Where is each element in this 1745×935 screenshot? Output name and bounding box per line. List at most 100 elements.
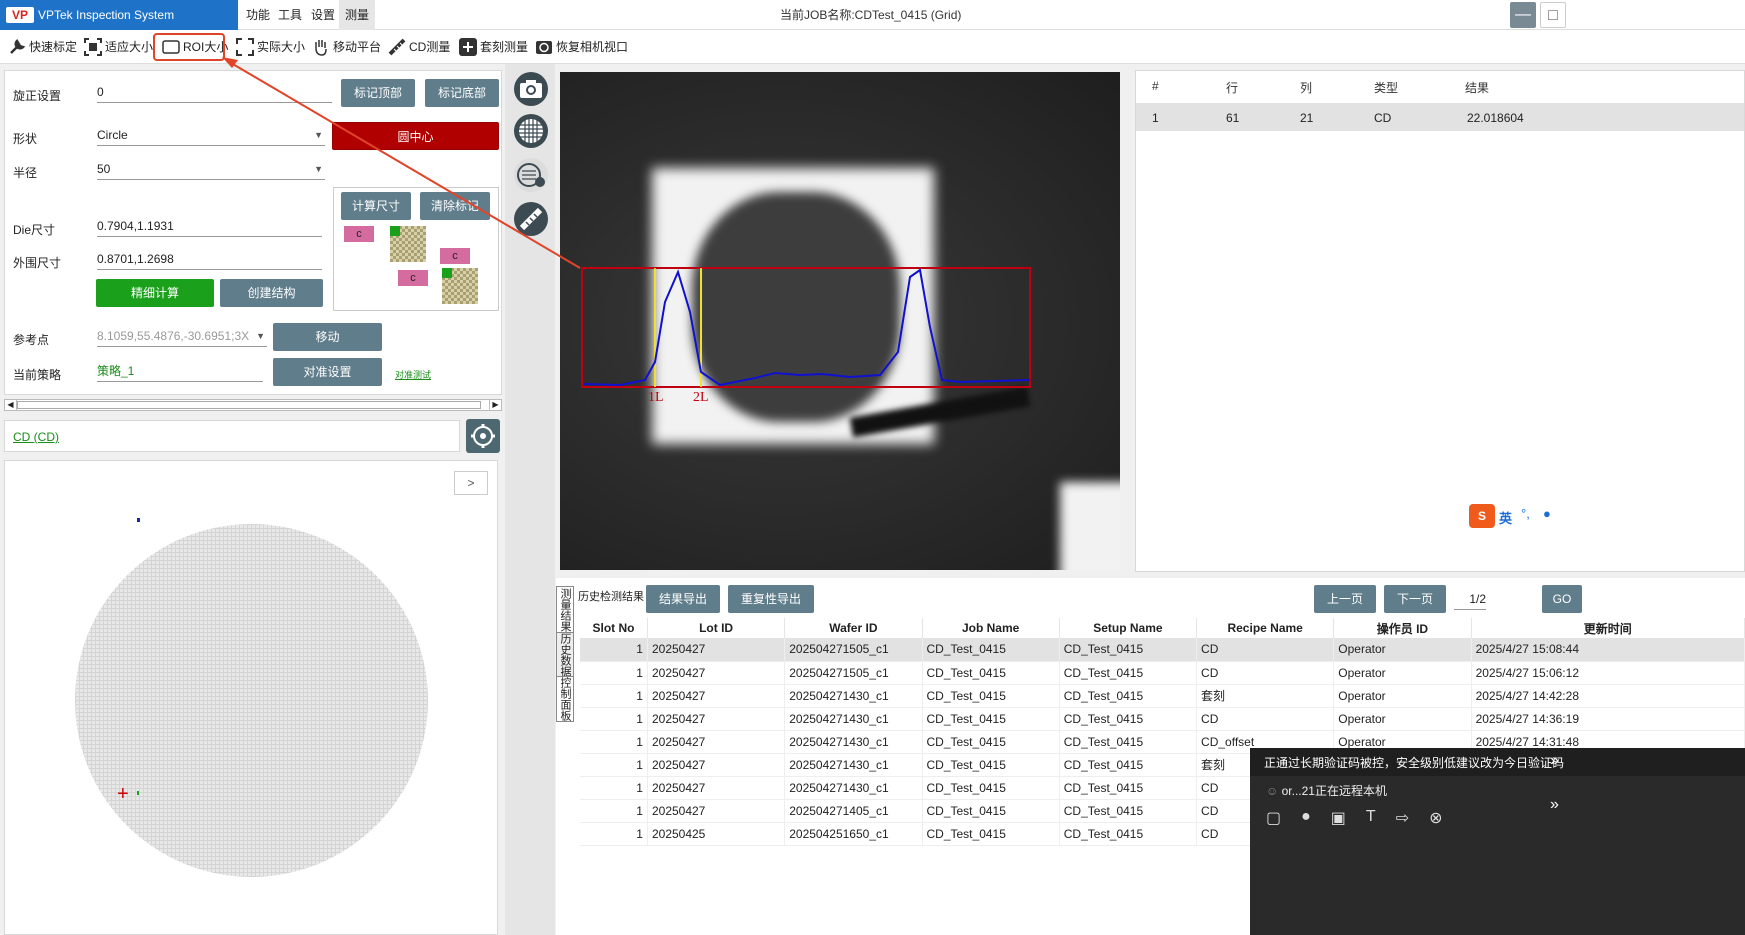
ref-point-input[interactable]: 8.1059,55.4876,-30.6951;3X ▼ xyxy=(97,327,267,347)
table-cell: 2025/4/27 15:06:12 xyxy=(1471,661,1745,685)
go-button[interactable]: GO xyxy=(1542,585,1582,613)
mark-top-button[interactable]: 标记顶部 xyxy=(341,79,415,107)
create-structure-button[interactable]: 创建结构 xyxy=(220,279,323,307)
tab-control-panel[interactable]: 控制面板 xyxy=(556,676,574,722)
col-job-name[interactable]: Job Name xyxy=(922,618,1060,638)
export-results-button[interactable]: 结果导出 xyxy=(646,585,720,613)
mark-bottom-button[interactable]: 标记底部 xyxy=(425,79,499,107)
quick-calibrate-label: 快速标定 xyxy=(29,40,78,54)
grid-button[interactable] xyxy=(514,114,548,148)
menu-settings[interactable]: 设置 xyxy=(305,0,341,30)
table-cell: CD_Test_0415 xyxy=(1059,730,1198,754)
next-page-button[interactable]: 下一页 xyxy=(1384,585,1446,613)
fit-icon xyxy=(84,38,102,56)
outer-size-label: 外围尺寸 xyxy=(13,256,62,270)
table-cell: 1 xyxy=(580,753,648,777)
radius-select[interactable]: 50 ▼ xyxy=(97,160,325,180)
rotation-input[interactable]: 0 xyxy=(97,83,332,103)
shape-label: 形状 xyxy=(13,132,38,146)
result-col: 21 xyxy=(1300,111,1314,125)
collapse-chevron-icon[interactable]: » xyxy=(1550,752,1559,770)
history-header-row: Slot No Lot ID Wafer ID Job Name Setup N… xyxy=(580,618,1745,638)
table-cell: CD_Test_0415 xyxy=(922,799,1060,823)
microphone-icon[interactable]: ● xyxy=(1301,808,1311,828)
table-row[interactable]: 1 20250427 202504271505_c1 CD_Test_0415 CD_T… xyxy=(580,661,1745,685)
export-repeatability-button[interactable]: 重复性导出 xyxy=(728,585,814,613)
recipe-link[interactable]: CD (CD) xyxy=(13,430,59,444)
table-row[interactable]: 1 20250427 202504271430_c1 CD_Test_0415 CD_T… xyxy=(580,684,1745,708)
results-header-index: # xyxy=(1152,79,1159,93)
outer-size-input[interactable]: 0.8701,1.2698 xyxy=(97,250,322,270)
menu-tools[interactable]: 工具 xyxy=(272,0,308,30)
expand-chevron-icon[interactable]: » xyxy=(1550,796,1559,814)
strategy-input[interactable]: 策略_1 xyxy=(97,362,263,382)
restore-camera-view-label: 恢复相机视口 xyxy=(556,40,629,54)
overlay-measure-button[interactable]: 套刻测量 xyxy=(459,36,528,58)
ime-mode[interactable]: 英 xyxy=(1499,508,1512,527)
tab-history-data[interactable]: 历史数据 xyxy=(556,632,574,678)
tab-measure-results[interactable]: 测量结果 xyxy=(556,586,574,634)
measure-tool-button[interactable] xyxy=(514,202,548,236)
table-cell: 1 xyxy=(580,799,648,823)
die-marker xyxy=(137,791,139,795)
table-cell: 20250425 xyxy=(647,822,786,846)
table-cell: 1 xyxy=(580,661,648,685)
fine-calc-button[interactable]: 精细计算 xyxy=(96,279,214,307)
ime-toolbar[interactable]: S 英 °, ● xyxy=(1465,500,1565,532)
circle-center-button[interactable]: 圆中心 xyxy=(332,122,499,150)
ime-punct-icon[interactable]: °, xyxy=(1521,506,1530,521)
minimize-button[interactable]: — xyxy=(1510,2,1536,28)
table-cell: 1 xyxy=(580,730,648,754)
menu-measure[interactable]: 测量 xyxy=(339,0,376,30)
maximize-button[interactable]: □ xyxy=(1540,2,1566,28)
col-updated-time[interactable]: 更新时间 xyxy=(1471,618,1745,638)
wafer-map[interactable] xyxy=(75,524,428,877)
chat-icon[interactable]: ▢ xyxy=(1266,808,1281,828)
table-cell: 套刻 xyxy=(1196,684,1335,708)
quick-calibrate-button[interactable]: 快速标定 xyxy=(8,36,77,58)
radius-label: 半径 xyxy=(13,166,38,180)
camera-view[interactable]: 1L 2L xyxy=(560,72,1120,570)
col-operator-id[interactable]: 操作员 ID xyxy=(1333,618,1472,638)
expand-icon xyxy=(236,38,254,56)
recipe-settings-button[interactable] xyxy=(466,419,500,453)
align-test-link[interactable]: 对准测试 xyxy=(395,368,431,381)
col-setup-name[interactable]: Setup Name xyxy=(1059,618,1198,638)
scroll-right-icon[interactable]: ▶ xyxy=(489,400,501,410)
col-wafer-id[interactable]: Wafer ID xyxy=(784,618,923,638)
restore-camera-view-button[interactable]: 恢复相机视口 xyxy=(535,36,628,58)
col-lot-id[interactable]: Lot ID xyxy=(647,618,786,638)
sogou-icon: S xyxy=(1469,504,1495,528)
scroll-left-icon[interactable]: ◀ xyxy=(5,400,17,410)
table-row[interactable]: 1 20250427 202504271430_c1 CD_Test_0415 CD_T… xyxy=(580,707,1745,731)
camera-button[interactable] xyxy=(514,72,548,106)
align-settings-button[interactable]: 对准设置 xyxy=(273,358,382,386)
cd-measure-button[interactable]: CD测量 xyxy=(388,36,450,58)
screen-share-icon[interactable]: ▣ xyxy=(1331,808,1346,828)
wafer-nav-button[interactable]: > xyxy=(454,471,488,495)
horizontal-scrollbar[interactable]: ◀ ▶ xyxy=(4,399,502,411)
menu-function[interactable]: 功能 xyxy=(240,0,276,30)
table-cell: Operator xyxy=(1333,661,1472,685)
app-logo: VP xyxy=(6,7,34,23)
file-transfer-icon[interactable]: ⇨ xyxy=(1396,808,1409,828)
table-row[interactable]: 1 20250427 202504271505_c1 CD_Test_0415 CD_T… xyxy=(580,638,1745,662)
prev-page-button[interactable]: 上一页 xyxy=(1314,585,1376,613)
fit-size-button[interactable]: 适应大小 xyxy=(84,36,153,58)
col-recipe-name[interactable]: Recipe Name xyxy=(1196,618,1335,638)
wafer-settings-button[interactable] xyxy=(514,158,548,192)
text-icon[interactable]: T xyxy=(1366,808,1376,828)
move-stage-button[interactable]: 移动平台 xyxy=(312,36,381,58)
move-button[interactable]: 移动 xyxy=(273,323,382,351)
scrollbar-thumb[interactable] xyxy=(17,401,481,409)
page-number-input[interactable]: 1/2 xyxy=(1454,590,1486,610)
actual-size-button[interactable]: 实际大小 xyxy=(236,36,305,58)
close-icon[interactable]: ⊗ xyxy=(1429,808,1442,828)
edge-label-2: 2L xyxy=(693,390,709,405)
shape-select[interactable]: Circle ▼ xyxy=(97,126,325,146)
col-slot-no[interactable]: Slot No xyxy=(580,618,648,638)
calc-size-button[interactable]: 计算尺寸 xyxy=(341,192,411,220)
die-size-input[interactable]: 0.7904,1.1931 xyxy=(97,217,322,237)
clear-mark-button[interactable]: 清除标记 xyxy=(420,192,490,220)
microphone-icon[interactable]: ● xyxy=(1543,506,1551,521)
